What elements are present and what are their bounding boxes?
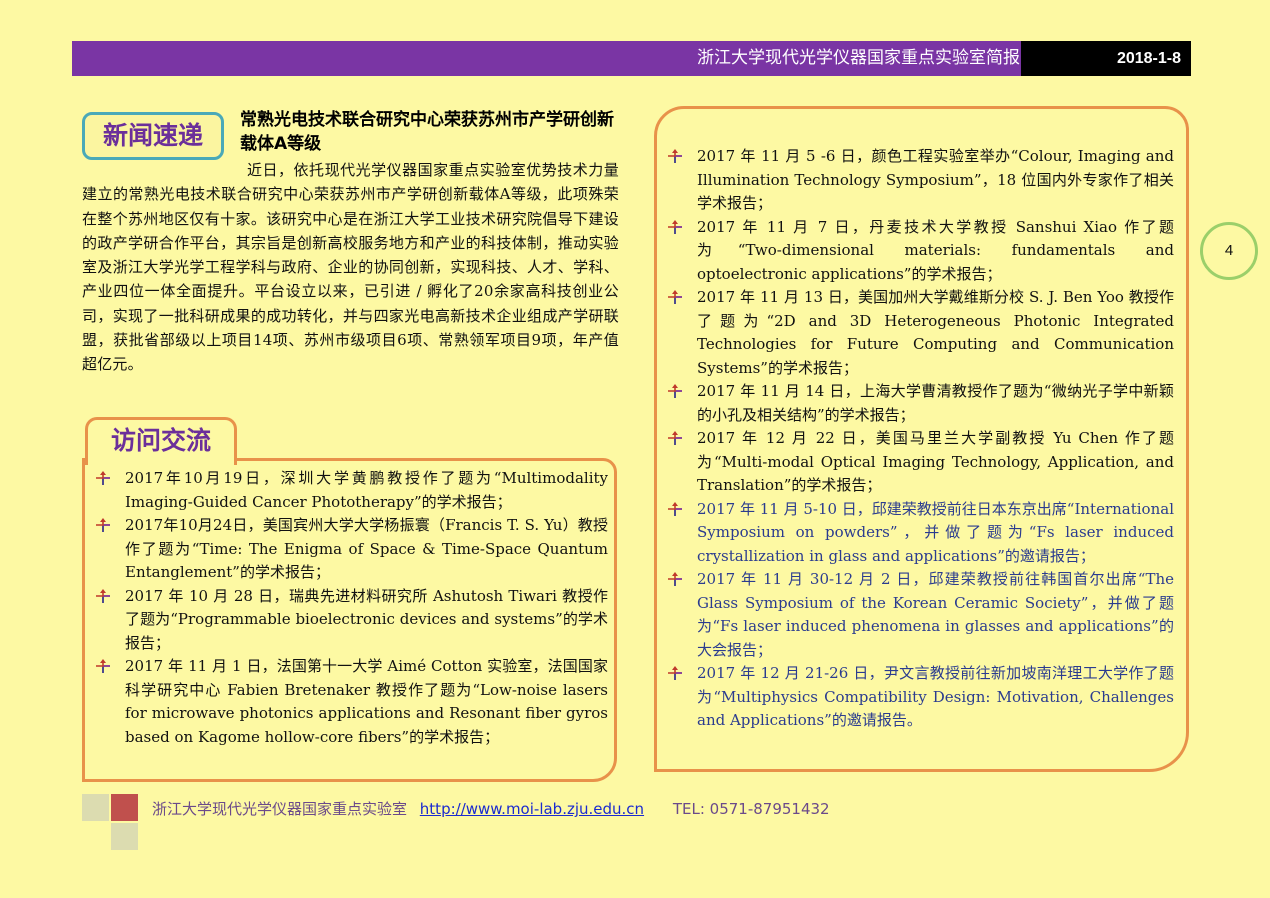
list-item: 2017 年 12 月 21-26 日，尹文言教授前往新加坡南洋理工大学作了题为… [668, 662, 1174, 733]
arrow-cross-bullet-icon [96, 659, 110, 673]
page-number: 4 [1200, 222, 1258, 280]
news-badge: 新闻速递 [82, 112, 224, 160]
list-item-text: 2017 年 11 月 13 日，美国加州大学戴维斯分校 S. J. Ben Y… [697, 288, 1174, 377]
list-item: 2017 年 11 月 5-10 日，邱建荣教授前往日本东京出席“Interna… [668, 498, 1174, 569]
visits-list-left: 2017年10月19日，深圳大学黄鹏教授作了题为“Multimodality I… [96, 467, 608, 749]
list-item: 2017年10月24日，美国宾州大学大学杨振寰（Francis T. S. Yu… [96, 514, 608, 585]
footer-deco-square [111, 823, 138, 850]
arrow-cross-bullet-icon [96, 471, 110, 485]
arrow-cross-bullet-icon [668, 666, 682, 680]
visits-badge: 访问交流 [85, 417, 237, 465]
header-bar: 浙江大学现代光学仪器国家重点实验室简报 2018-1-8 [72, 41, 1191, 76]
newsletter-title: 浙江大学现代光学仪器国家重点实验室简报 [697, 48, 1020, 68]
arrow-cross-bullet-icon [668, 501, 682, 516]
arrow-cross-bullet-icon [668, 431, 682, 445]
list-item: 2017 年 11 月 1 日，法国第十一大学 Aimé Cotton 实验室，… [96, 655, 608, 749]
arrow-cross-bullet-icon [668, 572, 682, 586]
list-item-text: 2017 年 12 月 21-26 日，尹文言教授前往新加坡南洋理工大学作了题为… [697, 664, 1174, 729]
arrow-cross-bullet-icon [668, 290, 682, 304]
news-headline: 常熟光电技术联合研究中心荣获苏州市产学研创新载体A等级 [240, 110, 614, 154]
list-item-text: 2017 年 11 月 7 日，丹麦技术大学教授 Sanshui Xiao 作了… [697, 217, 1174, 283]
list-item: 2017 年 11 月 14 日，上海大学曹清教授作了题为“微纳光子学中新颖的小… [668, 380, 1174, 427]
visits-list-right: 2017 年 11 月 5 -6 日，颜色工程实验室举办“Colour, Ima… [668, 145, 1174, 733]
arrow-cross-bullet-icon [668, 149, 682, 163]
arrow-cross-bullet-icon [96, 588, 110, 603]
footer-website-link[interactable]: http://www.moi-lab.zju.edu.cn [420, 800, 644, 818]
list-item-text: 2017 年 11 月 14 日，上海大学曹清教授作了题为“微纳光子学中新颖的小… [697, 382, 1174, 424]
news-body: 近日，依托现代光学仪器国家重点实验室优势技术力量建立的常熟光电技术联合研究中心荣… [82, 161, 619, 374]
list-item: 2017 年 11 月 13 日，美国加州大学戴维斯分校 S. J. Ben Y… [668, 286, 1174, 380]
arrow-cross-bullet-icon [96, 518, 110, 532]
list-item: 2017 年 11 月 30-12 月 2 日，邱建荣教授前往韩国首尔出席“Th… [668, 568, 1174, 662]
footer: 浙江大学现代光学仪器国家重点实验室 http://www.moi-lab.zju… [152, 798, 830, 819]
footer-lab-name: 浙江大学现代光学仪器国家重点实验室 [152, 800, 408, 818]
list-item: 2017 年 10 月 28 日，瑞典先进材料研究所 Ashutosh Tiwa… [96, 585, 608, 656]
footer-telephone: TEL: 0571-87951432 [672, 800, 830, 818]
arrow-cross-bullet-icon [668, 384, 682, 398]
list-item-text: 2017 年 12 月 22 日，美国马里兰大学副教授 Yu Chen 作了题为… [697, 429, 1174, 494]
footer-deco-square [82, 794, 109, 821]
issue-date: 2018-1-8 [1021, 41, 1191, 76]
list-item: 2017年10月19日，深圳大学黄鹏教授作了题为“Multimodality I… [96, 467, 608, 514]
list-item: 2017 年 12 月 22 日，美国马里兰大学副教授 Yu Chen 作了题为… [668, 427, 1174, 498]
list-item-text: 2017年10月19日，深圳大学黄鹏教授作了题为“Multimodality I… [125, 469, 608, 511]
list-item-text: 2017年10月24日，美国宾州大学大学杨振寰（Francis T. S. Yu… [125, 516, 608, 581]
list-item-text: 2017 年 11 月 5-10 日，邱建荣教授前往日本东京出席“Interna… [697, 499, 1174, 565]
list-item-text: 2017 年 11 月 30-12 月 2 日，邱建荣教授前往韩国首尔出席“Th… [697, 570, 1174, 659]
list-item: 2017 年 11 月 5 -6 日，颜色工程实验室举办“Colour, Ima… [668, 145, 1174, 216]
arrow-cross-bullet-icon [668, 219, 682, 234]
list-item-text: 2017 年 11 月 5 -6 日，颜色工程实验室举办“Colour, Ima… [697, 147, 1174, 212]
list-item-text: 2017 年 11 月 1 日，法国第十一大学 Aimé Cotton 实验室，… [125, 657, 608, 746]
list-item: 2017 年 11 月 7 日，丹麦技术大学教授 Sanshui Xiao 作了… [668, 216, 1174, 287]
footer-deco-square-red [111, 794, 138, 821]
list-item-text: 2017 年 10 月 28 日，瑞典先进材料研究所 Ashutosh Tiwa… [125, 586, 608, 652]
